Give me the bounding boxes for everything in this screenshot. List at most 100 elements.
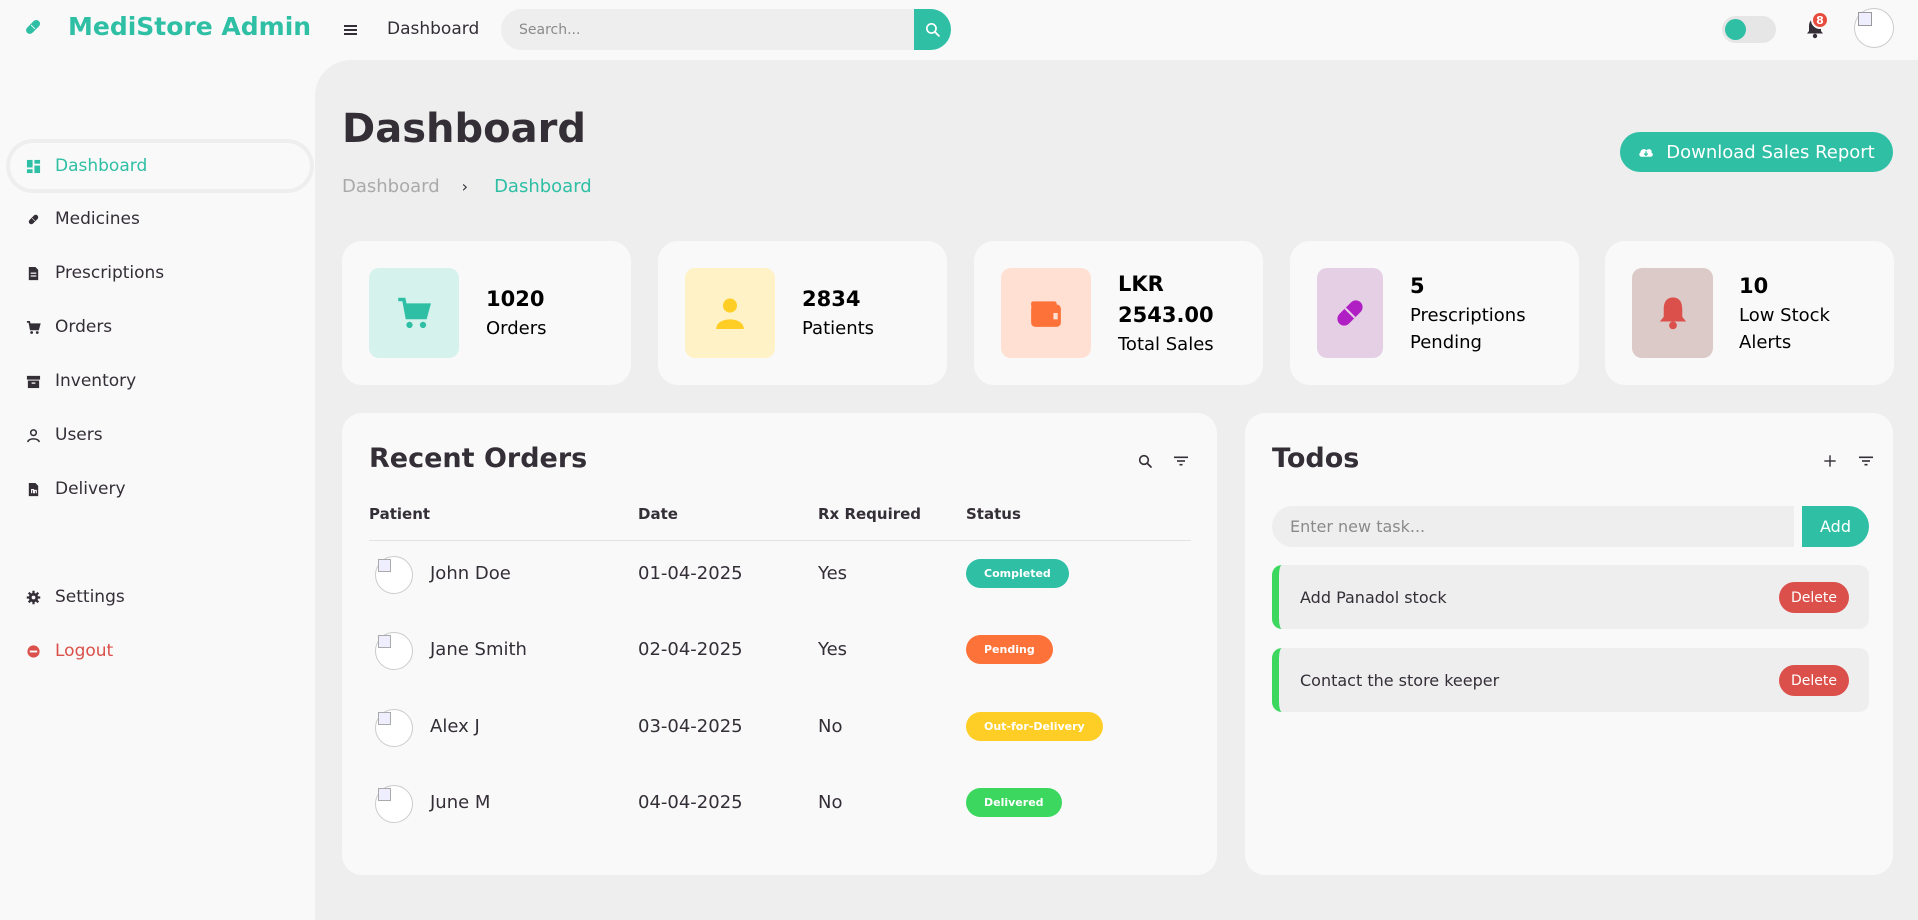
notification-count-badge: 8	[1811, 11, 1829, 29]
new-task-input[interactable]	[1272, 506, 1794, 547]
avatar	[375, 556, 413, 594]
search-icon[interactable]	[1135, 451, 1155, 471]
pill-icon	[28, 214, 39, 224]
stat-icon-box	[1632, 268, 1713, 358]
todo-text: Contact the store keeper	[1300, 670, 1500, 690]
recent-orders-panel: Recent Orders Patient Date Rx Required S…	[342, 413, 1217, 875]
sidebar-item-medicines[interactable]: Medicines	[10, 196, 310, 242]
sidebar-item-label: Prescriptions	[55, 263, 165, 283]
pill-icon	[26, 19, 40, 34]
delete-task-button[interactable]: Delete	[1779, 582, 1849, 613]
todos-panel: Todos Add Add Panadol stock Delete Conta…	[1245, 413, 1893, 875]
filter-icon[interactable]	[1171, 451, 1191, 471]
stat-label: Total Sales	[1118, 333, 1214, 355]
status-badge: Out-for-Delivery	[966, 712, 1103, 741]
stat-text: 2834 Patients	[802, 241, 874, 385]
order-date: 02-04-2025	[638, 639, 743, 660]
table-row[interactable]: Jane Smith 02-04-2025 Yes Pending	[369, 617, 1191, 679]
breadcrumb-current[interactable]: Dashboard	[494, 176, 592, 197]
table-row[interactable]: John Doe 01-04-2025 Yes Completed	[369, 541, 1191, 603]
sidebar-item-label: Medicines	[55, 209, 140, 229]
rx-required: No	[818, 792, 843, 813]
logout-icon	[27, 644, 40, 658]
stat-icon-box	[685, 268, 775, 358]
table-row[interactable]: Alex J 03-04-2025 No Out-for-Delivery	[369, 694, 1191, 756]
column-header-rx-required: Rx Required	[818, 505, 922, 523]
stat-value: 2834	[802, 287, 861, 311]
sidebar-item-prescriptions[interactable]: Prescriptions	[10, 250, 310, 296]
top-bar: MediStore Admin Dashboard 8	[0, 0, 1918, 60]
avatar	[375, 709, 413, 747]
sidebar-item-users[interactable]: Users	[10, 412, 310, 458]
sidebar-item-settings[interactable]: Settings	[10, 574, 310, 620]
breadcrumb-home[interactable]: Dashboard	[342, 176, 440, 197]
filter-icon[interactable]	[1856, 451, 1876, 471]
status-badge: Completed	[966, 559, 1069, 588]
search-button[interactable]	[914, 9, 951, 50]
sidebar-item-orders[interactable]: Orders	[10, 304, 310, 350]
dashboard-icon	[26, 159, 41, 173]
avatar	[375, 632, 413, 670]
sidebar-item-label: Users	[55, 425, 103, 445]
menu-icon[interactable]	[342, 20, 360, 40]
bell-icon	[1659, 297, 1686, 330]
column-header-patient: Patient	[369, 505, 431, 523]
search-input[interactable]	[501, 9, 914, 50]
plus-icon[interactable]	[1820, 451, 1840, 471]
sidebar-item-label: Delivery	[55, 479, 126, 499]
file-icon	[28, 482, 39, 496]
stat-card-prescriptions-pending: 5 Prescriptions Pending	[1290, 241, 1579, 385]
stat-value: LKR 2543.00	[1118, 271, 1214, 327]
todos-title: Todos	[1272, 443, 1360, 474]
rx-required: Yes	[818, 639, 848, 660]
patient-name: June M	[430, 792, 491, 813]
todo-item: Contact the store keeper Delete	[1272, 648, 1869, 712]
archive-icon	[26, 375, 41, 388]
sidebar-item-inventory[interactable]: Inventory	[10, 358, 310, 404]
brand[interactable]: MediStore Admin	[22, 12, 311, 41]
stat-card-low-stock-alerts: 10 Low Stock Alerts	[1605, 241, 1894, 385]
sidebar-item-delivery[interactable]: Delivery	[10, 466, 310, 512]
order-date: 04-04-2025	[638, 792, 743, 813]
stat-card-orders: 1020 Orders	[342, 241, 631, 385]
table-row[interactable]: June M 04-04-2025 No Delivered	[369, 770, 1191, 832]
sidebar-item-dashboard[interactable]: Dashboard	[10, 143, 310, 189]
stat-card-patients: 2834 Patients	[658, 241, 947, 385]
delete-task-button[interactable]: Delete	[1779, 665, 1849, 696]
stat-text: 1020 Orders	[486, 241, 547, 385]
add-task-button[interactable]: Add	[1802, 506, 1869, 547]
rx-required: No	[818, 716, 843, 737]
cart-icon	[398, 297, 431, 329]
stat-text: 10 Low Stock Alerts	[1739, 241, 1869, 385]
stat-label: Low Stock Alerts	[1739, 304, 1830, 353]
sidebar-item-label: Settings	[55, 587, 125, 607]
cart-icon	[26, 320, 41, 334]
stat-text: LKR 2543.00 Total Sales	[1118, 241, 1238, 385]
sidebar-item-label: Inventory	[55, 371, 137, 391]
document-icon	[28, 266, 39, 280]
gear-icon	[26, 590, 41, 604]
page-title: Dashboard	[342, 106, 586, 152]
search-form	[501, 9, 951, 50]
stat-card-total-sales: LKR 2543.00 Total Sales	[974, 241, 1263, 385]
pill-icon	[1337, 300, 1363, 326]
sidebar-item-logout[interactable]: Logout	[10, 628, 310, 674]
column-header-date: Date	[638, 505, 678, 523]
profile-avatar[interactable]	[1854, 8, 1894, 48]
patient-name: Alex J	[430, 716, 480, 737]
theme-toggle[interactable]	[1722, 16, 1776, 43]
download-sales-report-button[interactable]: Download Sales Report	[1620, 132, 1893, 172]
order-date: 01-04-2025	[638, 563, 743, 584]
stat-icon-box	[1317, 268, 1383, 358]
toggle-knob	[1725, 19, 1746, 40]
download-button-label: Download Sales Report	[1666, 141, 1875, 163]
sidebar-item-label: Dashboard	[55, 156, 148, 176]
status-badge: Pending	[966, 635, 1053, 664]
status-badge: Delivered	[966, 788, 1062, 817]
stat-value: 5	[1410, 273, 1425, 298]
todo-text: Add Panadol stock	[1300, 587, 1447, 607]
stat-icon-box	[369, 268, 459, 358]
patient-name: John Doe	[430, 563, 511, 584]
order-date: 03-04-2025	[638, 716, 743, 737]
rx-required: Yes	[818, 563, 848, 584]
